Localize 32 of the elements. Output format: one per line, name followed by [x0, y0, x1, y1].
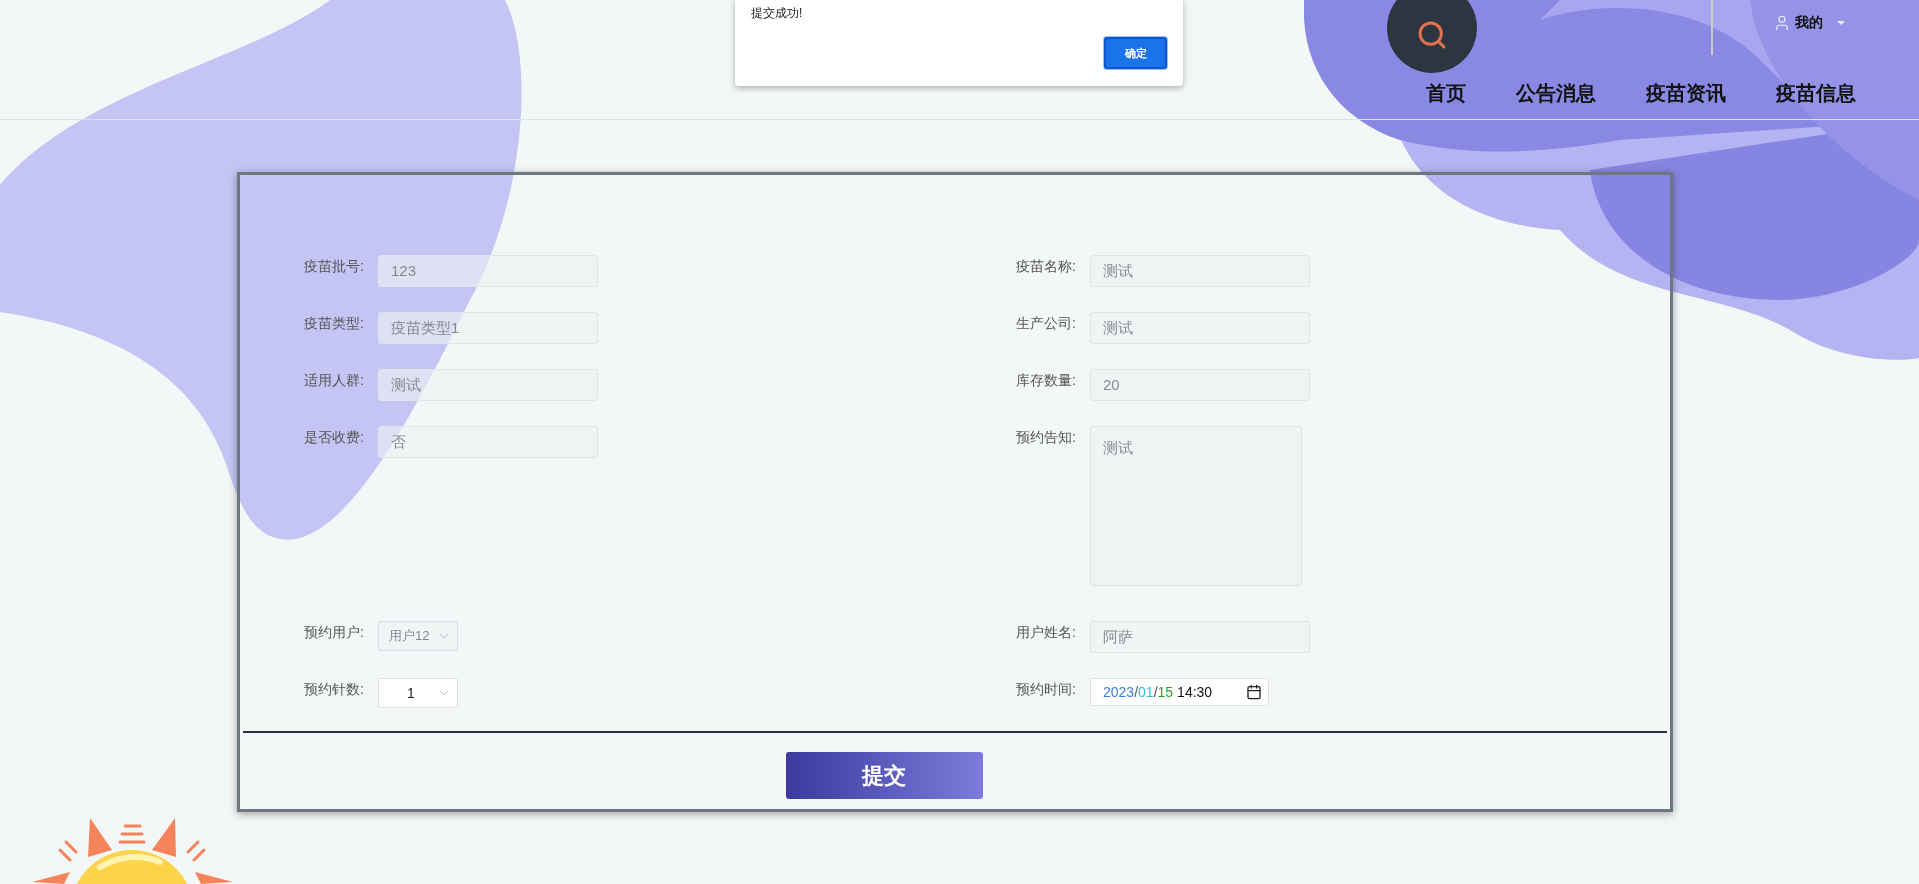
- field-label: 生产公司:: [1016, 314, 1077, 333]
- user-icon: [1773, 13, 1791, 32]
- date-text: 14:30: [1177, 682, 1213, 702]
- field-label: 预约针数:: [304, 680, 365, 699]
- search-icon: [1416, 19, 1448, 51]
- nav-link[interactable]: 疫苗资讯: [1646, 78, 1726, 108]
- nav-link[interactable]: 疫苗信息: [1776, 78, 1856, 108]
- field-label: 用户姓名:: [1016, 623, 1077, 642]
- field-label: 疫苗类型:: [304, 314, 365, 333]
- nav-link[interactable]: 首页: [1426, 78, 1466, 108]
- field-label: 库存数量:: [1016, 371, 1077, 390]
- date-text: /: [1134, 682, 1139, 702]
- field-label: 预约告知:: [1016, 428, 1077, 447]
- alert-message: 提交成功!: [751, 5, 803, 22]
- field-label: 疫苗名称:: [1016, 257, 1077, 276]
- caret-icon: [1837, 20, 1845, 25]
- field-label: 预约时间:: [1016, 680, 1077, 699]
- user-menu[interactable]: 我的: [1773, 12, 1845, 33]
- field-label: 疫苗批号:: [304, 257, 365, 276]
- field-label: 是否收费:: [304, 428, 365, 447]
- date-text: 2023: [1103, 682, 1135, 702]
- field-label: 预约用户:: [304, 623, 365, 642]
- date-text: 15: [1157, 682, 1174, 702]
- date-text: 01: [1138, 682, 1154, 702]
- select-field[interactable]: 1: [378, 678, 458, 708]
- confirm-button[interactable]: 确定: [1104, 37, 1167, 69]
- nav-link[interactable]: 公告消息: [1516, 78, 1596, 108]
- date-text: /: [1153, 682, 1158, 702]
- field-label: 适用人群:: [304, 371, 365, 390]
- datetime-field[interactable]: 2023/01/15 14:30: [1090, 678, 1269, 706]
- submit-button[interactable]: 提交: [785, 752, 983, 799]
- calendar-icon[interactable]: [1246, 684, 1262, 700]
